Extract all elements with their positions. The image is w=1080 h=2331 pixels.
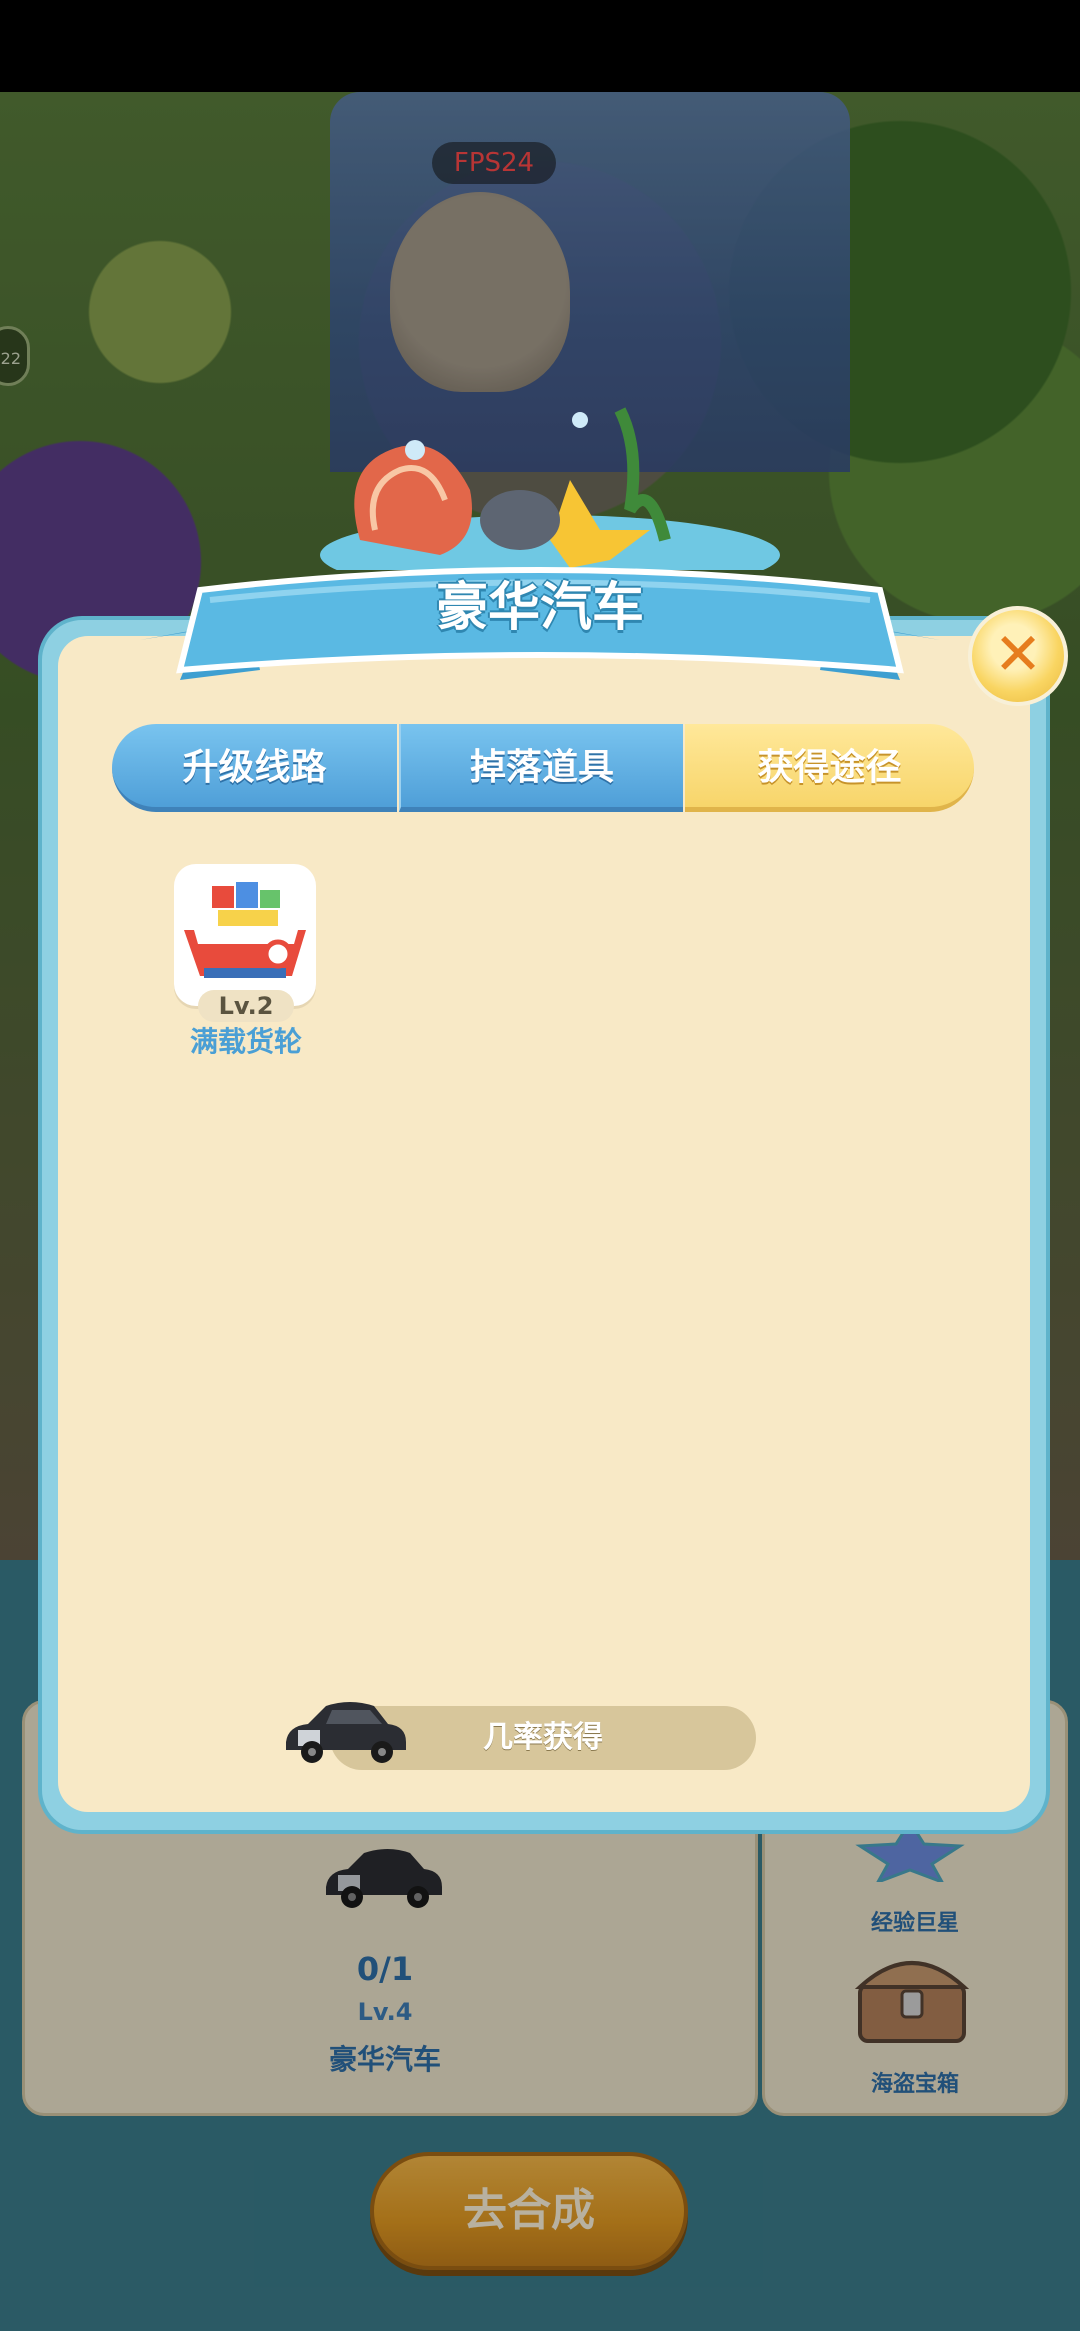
dialog-title: 豪华汽车 bbox=[435, 578, 644, 638]
tab-obtain-methods[interactable]: 获得途径 bbox=[685, 724, 974, 812]
source-item-card[interactable] bbox=[174, 864, 316, 1006]
status-bar bbox=[0, 0, 1080, 92]
close-icon[interactable]: ✕ bbox=[968, 606, 1068, 706]
dialog-panel bbox=[58, 636, 1030, 1812]
tab-bar: 升级线路 掉落道具 获得途径 bbox=[112, 724, 974, 812]
cargo-ship-icon bbox=[184, 882, 306, 978]
source-item-name: 满载货轮 bbox=[189, 1025, 302, 1058]
tab-upgrade-path[interactable]: 升级线路 bbox=[112, 724, 397, 812]
tab-drop-items[interactable]: 掉落道具 bbox=[399, 724, 683, 812]
seashell-decor-icon bbox=[320, 407, 780, 570]
source-item-level: Lv.2 bbox=[198, 990, 294, 1022]
luxury-car-icon bbox=[286, 1702, 406, 1763]
